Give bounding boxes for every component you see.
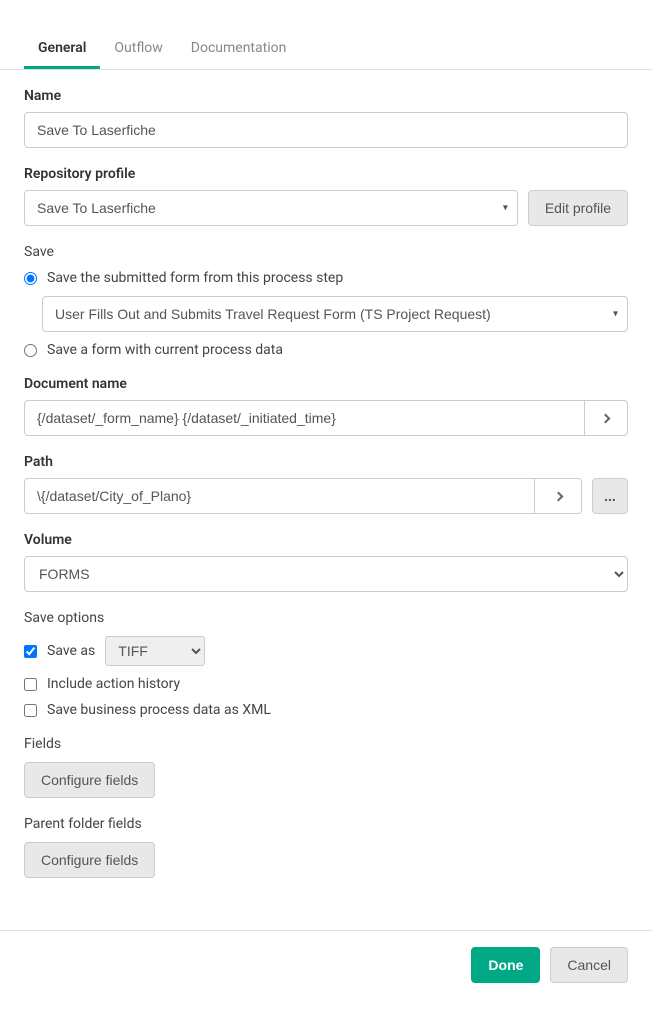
done-button[interactable]: Done <box>471 947 540 983</box>
name-input[interactable] <box>24 112 628 148</box>
repository-profile-label: Repository profile <box>24 166 628 182</box>
configure-fields-button[interactable]: Configure fields <box>24 762 155 798</box>
save-as-label[interactable]: Save as <box>47 643 95 659</box>
configure-parent-fields-button[interactable]: Configure fields <box>24 842 155 878</box>
document-name-token-button[interactable] <box>584 400 628 436</box>
chevron-right-icon <box>553 491 563 501</box>
include-history-checkbox[interactable] <box>24 678 37 691</box>
path-browse-button[interactable]: ... <box>592 478 628 514</box>
process-step-value[interactable] <box>42 296 628 332</box>
document-name-input[interactable] <box>24 400 584 436</box>
process-step-select[interactable]: ▾ <box>42 296 628 332</box>
edit-profile-button[interactable]: Edit profile <box>528 190 628 226</box>
document-name-label: Document name <box>24 376 628 392</box>
save-xml-label[interactable]: Save business process data as XML <box>47 702 271 718</box>
save-options-label: Save options <box>24 610 628 626</box>
volume-select[interactable]: FORMS <box>24 556 628 592</box>
path-input[interactable] <box>24 478 534 514</box>
save-submitted-radio[interactable] <box>24 272 37 285</box>
save-submitted-label[interactable]: Save the submitted form from this proces… <box>47 270 343 286</box>
parent-folder-fields-label: Parent folder fields <box>24 816 628 832</box>
tabs-bar: General Outflow Documentation <box>0 30 652 70</box>
repository-profile-value[interactable] <box>24 190 518 226</box>
save-current-label[interactable]: Save a form with current process data <box>47 342 283 358</box>
tab-general[interactable]: General <box>24 30 100 69</box>
dialog-footer: Done Cancel <box>0 930 652 999</box>
save-current-radio[interactable] <box>24 344 37 357</box>
cancel-button[interactable]: Cancel <box>550 947 628 983</box>
chevron-right-icon <box>601 413 611 423</box>
path-label: Path <box>24 454 628 470</box>
save-xml-checkbox[interactable] <box>24 704 37 717</box>
fields-label: Fields <box>24 736 628 752</box>
name-label: Name <box>24 88 628 104</box>
save-as-format-select[interactable]: TIFF <box>105 636 205 666</box>
save-as-checkbox[interactable] <box>24 645 37 658</box>
tab-outflow[interactable]: Outflow <box>100 30 176 69</box>
path-token-button[interactable] <box>534 478 582 514</box>
volume-label: Volume <box>24 532 628 548</box>
tab-documentation[interactable]: Documentation <box>177 30 301 69</box>
repository-profile-select[interactable]: ▾ <box>24 190 518 226</box>
include-history-label[interactable]: Include action history <box>47 676 180 692</box>
save-label: Save <box>24 244 628 260</box>
